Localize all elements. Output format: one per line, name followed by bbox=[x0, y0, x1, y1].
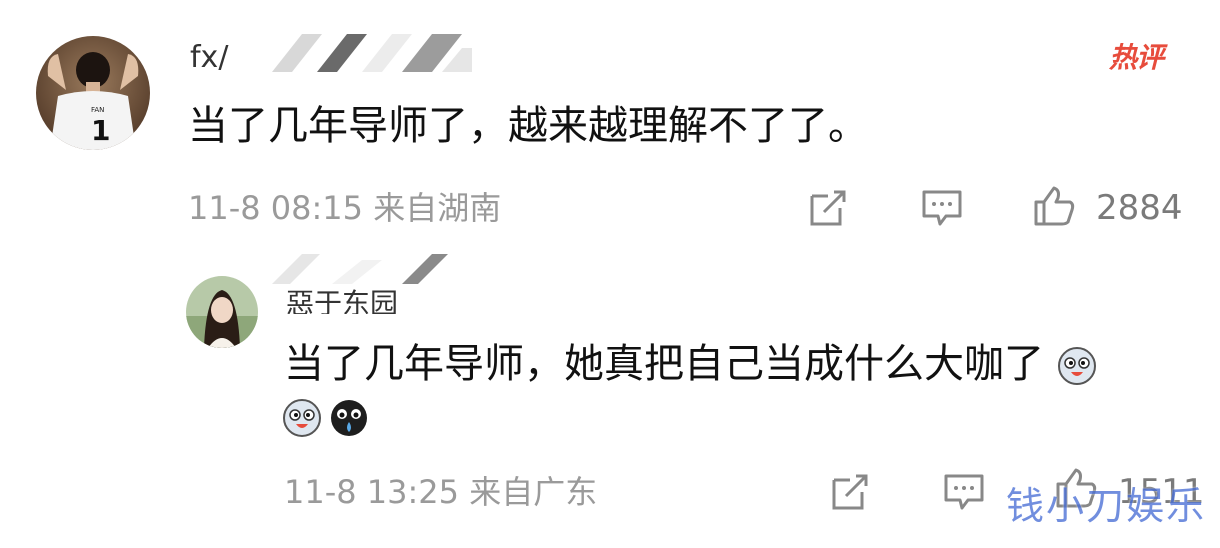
svg-text:1: 1 bbox=[91, 114, 110, 147]
share-icon[interactable] bbox=[828, 470, 872, 514]
reply-text-content: 当了几年导师，她真把自己当成什么大咖了 bbox=[284, 341, 1044, 387]
comment-thread: FAN 1 fx/ 热评 当了几年导师了，越来越理解不了了。 11-8 08:1… bbox=[0, 0, 1220, 548]
share-icon[interactable] bbox=[806, 186, 850, 230]
avatar-image bbox=[186, 276, 258, 348]
watermark: 钱小刀娱乐 bbox=[1006, 484, 1207, 528]
reply-user-avatar[interactable] bbox=[186, 276, 258, 348]
crying-emoji-icon bbox=[331, 400, 368, 436]
user-avatar[interactable]: FAN 1 bbox=[36, 36, 150, 150]
comment-location: 来自湖南 bbox=[373, 189, 502, 227]
comment-icon[interactable] bbox=[920, 186, 964, 230]
comment-icon[interactable] bbox=[942, 470, 986, 514]
comment-text: 当了几年导师了，越来越理解不了了。 bbox=[188, 103, 868, 149]
svg-text:FAN: FAN bbox=[91, 106, 104, 114]
comment-username[interactable]: fx/ bbox=[190, 38, 480, 78]
reply-username[interactable]: 惡于东园 bbox=[286, 270, 456, 314]
reply-meta: 11-8 13:25 来自广东 bbox=[284, 472, 597, 512]
reply-time: 11-8 13:25 bbox=[284, 473, 460, 511]
reply-location: 来自广东 bbox=[469, 473, 598, 511]
husky-emoji-icon bbox=[283, 399, 321, 437]
reply-text: 当了几年导师，她真把自己当成什么大咖了 bbox=[284, 336, 1184, 392]
comment-time: 11-8 08:15 bbox=[188, 189, 364, 227]
comment-meta: 11-8 08:15 来自湖南 bbox=[188, 188, 501, 228]
reply-emoji-row bbox=[282, 398, 371, 442]
hot-comment-badge: 热评 bbox=[1108, 41, 1164, 74]
thumbs-up-icon[interactable] bbox=[1032, 184, 1076, 228]
like-count: 2884 bbox=[1096, 188, 1183, 228]
avatar-image: FAN 1 bbox=[36, 36, 150, 150]
husky-emoji-icon bbox=[1057, 347, 1096, 385]
